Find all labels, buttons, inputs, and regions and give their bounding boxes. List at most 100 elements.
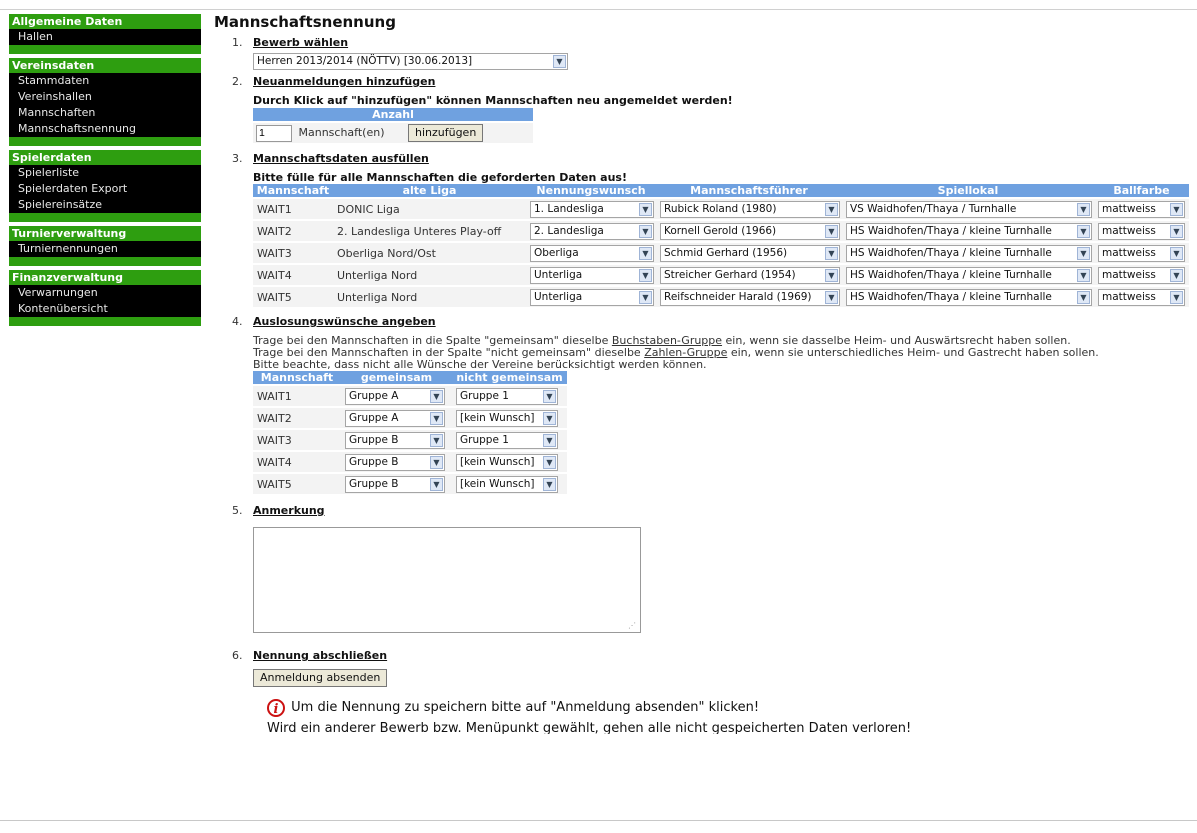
chevron-down-icon: ▼ — [543, 389, 556, 403]
sidebar-item-spielereinsaetze[interactable]: Spielereinsätze — [9, 197, 201, 213]
sidebar-item-verwarnungen[interactable]: Verwarnungen — [9, 285, 201, 301]
step-number: 5. — [232, 504, 243, 517]
sidebar-item-vereinshallen[interactable]: Vereinshallen — [9, 89, 201, 105]
submit-button[interactable]: Anmeldung absenden — [253, 669, 388, 687]
nicht-gemeinsam-select[interactable]: Gruppe 1 ▼ — [456, 387, 558, 405]
gemeinsam-select[interactable]: Gruppe A ▼ — [345, 409, 445, 427]
nicht-gemeinsam-select[interactable]: [kein Wunsch] ▼ — [456, 475, 558, 493]
warning-message: Wird ein anderer Bewerb bzw. Menüpunkt g… — [267, 721, 912, 734]
column-header: Ballfarbe — [1094, 184, 1189, 198]
team-name: WAIT2 — [253, 406, 341, 429]
nennungswunsch-select[interactable]: Unterliga ▼ — [530, 288, 654, 306]
bewerb-select[interactable]: Herren 2013/2014 (NÖTTV) [30.06.2013] ▼ — [253, 53, 568, 70]
sidebar-section-title: Allgemeine Daten — [9, 14, 201, 29]
sidebar-item-kontenuebersicht[interactable]: Kontenübersicht — [9, 301, 201, 317]
step-anmerkung: 5. Anmerkung ⋰ — [214, 504, 1189, 649]
top-border — [0, 9, 1197, 10]
spiellokal-select[interactable]: HS Waidhofen/Thaya / kleine Turnhalle ▼ — [846, 244, 1092, 262]
spiellokal-select[interactable]: HS Waidhofen/Thaya / kleine Turnhalle ▼ — [846, 222, 1092, 240]
sidebar-section-verein: Vereinsdaten Stammdaten Vereinshallen Ma… — [9, 58, 201, 146]
ballfarbe-select[interactable]: mattweiss ▼ — [1098, 266, 1185, 284]
column-header: nicht gemeinsam — [452, 371, 567, 385]
team-name: WAIT4 — [253, 450, 341, 473]
mannschaftsfuehrer-select[interactable]: Kornell Gerold (1966) ▼ — [660, 222, 840, 240]
ballfarbe-select[interactable]: mattweiss ▼ — [1098, 200, 1185, 218]
chevron-down-icon: ▼ — [825, 290, 838, 304]
mannschaftsfuehrer-select[interactable]: Streicher Gerhard (1954) ▼ — [660, 266, 840, 284]
column-header: Nennungswunsch — [526, 184, 656, 198]
old-league: Unterliga Nord — [333, 263, 526, 286]
info-message: Um die Nennung zu speichern bitte auf "A… — [291, 700, 760, 715]
gemeinsam-select[interactable]: Gruppe A ▼ — [345, 387, 445, 405]
nennungswunsch-select[interactable]: Oberliga ▼ — [530, 244, 654, 262]
ballfarbe-select[interactable]: mattweiss ▼ — [1098, 222, 1185, 240]
gemeinsam-select[interactable]: Gruppe B ▼ — [345, 453, 445, 471]
table-row: WAIT3 Oberliga Nord/Ost Oberliga ▼ Schmid… — [253, 241, 1189, 264]
table-row: WAIT2 2. Landesliga Unteres Play-off 2. … — [253, 219, 1189, 242]
teams-intro: Bitte fülle für alle Mannschaften die ge… — [253, 171, 627, 184]
nicht-gemeinsam-select[interactable]: [kein Wunsch] ▼ — [456, 453, 558, 471]
team-count-unit: Mannschaft(en) — [298, 126, 385, 139]
step-number: 1. — [232, 36, 243, 49]
chevron-down-icon: ▼ — [430, 455, 443, 469]
ballfarbe-select[interactable]: mattweiss ▼ — [1098, 288, 1185, 306]
chevron-down-icon: ▼ — [639, 268, 652, 282]
chevron-down-icon: ▼ — [1077, 224, 1090, 238]
nicht-gemeinsam-select[interactable]: [kein Wunsch] ▼ — [456, 409, 558, 427]
chevron-down-icon: ▼ — [825, 246, 838, 260]
table-row: WAIT4 Unterliga Nord Unterliga ▼ Streiche… — [253, 263, 1189, 286]
sidebar-item-hallen[interactable]: Hallen — [9, 29, 201, 45]
anmerkung-textarea[interactable] — [253, 527, 641, 633]
sidebar-item-stammdaten[interactable]: Stammdaten — [9, 73, 201, 89]
team-name: WAIT3 — [253, 241, 333, 264]
mannschaftsfuehrer-select[interactable]: Schmid Gerhard (1956) ▼ — [660, 244, 840, 262]
chevron-down-icon: ▼ — [1077, 290, 1090, 304]
chevron-down-icon: ▼ — [825, 202, 838, 216]
sidebar-section-turnier: Turnierverwaltung Turniernennungen — [9, 226, 201, 266]
step-title: Neuanmeldungen hinzufügen — [253, 75, 436, 88]
chevron-down-icon: ▼ — [639, 202, 652, 216]
column-header: alte Liga — [333, 184, 526, 198]
nennungswunsch-select[interactable]: 2. Landesliga ▼ — [530, 222, 654, 240]
chevron-down-icon: ▼ — [639, 290, 652, 304]
sidebar-section-spieler: Spielerdaten Spielerliste Spielerdaten E… — [9, 150, 201, 222]
table-row: WAIT5 Unterliga Nord Unterliga ▼ Reifschn… — [253, 285, 1189, 307]
gemeinsam-select[interactable]: Gruppe B ▼ — [345, 431, 445, 449]
sidebar-section-title: Vereinsdaten — [9, 58, 201, 73]
mannschaftsfuehrer-select[interactable]: Reifschneider Harald (1969) ▼ — [660, 288, 840, 306]
sidebar-menu: Allgemeine Daten Hallen Vereinsdaten Sta… — [9, 14, 201, 330]
ballfarbe-select[interactable]: mattweiss ▼ — [1098, 244, 1185, 262]
column-header: Mannschaftsführer — [656, 184, 842, 198]
add-button[interactable]: hinzufügen — [407, 124, 484, 142]
gemeinsam-select[interactable]: Gruppe B ▼ — [345, 475, 445, 493]
nicht-gemeinsam-select[interactable]: Gruppe 1 ▼ — [456, 431, 558, 449]
team-name: WAIT4 — [253, 263, 333, 286]
spiellokal-select[interactable]: HS Waidhofen/Thaya / kleine Turnhalle ▼ — [846, 288, 1092, 306]
chevron-down-icon: ▼ — [553, 55, 566, 68]
table-row: WAIT4 Gruppe B ▼ [kein Wunsch] ▼ — [253, 450, 567, 473]
chevron-down-icon: ▼ — [430, 411, 443, 425]
mannschaftsfuehrer-select[interactable]: Rubick Roland (1980) ▼ — [660, 200, 840, 218]
step-number: 2. — [232, 75, 243, 88]
step-auslosung: 4. Auslosungswünsche angeben Trage bei d… — [214, 315, 1189, 494]
team-count-input[interactable] — [256, 124, 292, 142]
sidebar-item-turniernennungen[interactable]: Turniernennungen — [9, 241, 201, 257]
chevron-down-icon: ▼ — [1170, 224, 1183, 238]
nennungswunsch-select[interactable]: Unterliga ▼ — [530, 266, 654, 284]
nennungswunsch-select[interactable]: 1. Landesliga ▼ — [530, 200, 654, 218]
spiellokal-select[interactable]: VS Waidhofen/Thaya / Turnhalle ▼ — [846, 200, 1092, 218]
step-title: Anmerkung — [253, 504, 325, 517]
sidebar-item-spielerliste[interactable]: Spielerliste — [9, 165, 201, 181]
step-number: 6. — [232, 649, 243, 662]
old-league: Unterliga Nord — [333, 285, 526, 307]
spiellokal-select[interactable]: HS Waidhofen/Thaya / kleine Turnhalle ▼ — [846, 266, 1092, 284]
sidebar-item-spielerdaten-export[interactable]: Spielerdaten Export — [9, 181, 201, 197]
sidebar-item-mannschaftsnennung[interactable]: Mannschaftsnennung — [9, 121, 201, 137]
chevron-down-icon: ▼ — [430, 389, 443, 403]
resize-grip-icon[interactable]: ⋰ — [628, 621, 636, 630]
sidebar-item-mannschaften[interactable]: Mannschaften — [9, 105, 201, 121]
page-title: Mannschaftsnennung — [214, 13, 396, 31]
step-number: 3. — [232, 152, 243, 165]
column-header: Mannschaft — [253, 371, 341, 385]
chevron-down-icon: ▼ — [825, 268, 838, 282]
